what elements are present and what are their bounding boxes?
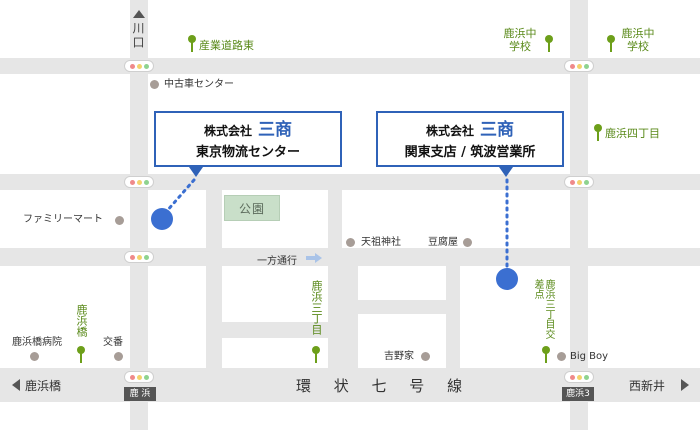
traffic-signal-icon: [124, 251, 154, 263]
landmark-dot-icon: [150, 80, 159, 89]
intersection-label: 鹿浜三丁目: [310, 280, 323, 335]
intersection-label: 産業道路東: [199, 39, 254, 52]
leader-line-kanto: [505, 178, 509, 268]
right-destination-label: 西新井: [629, 379, 666, 393]
landmark-dot-icon: [30, 352, 39, 361]
signal-plate-left: 鹿 浜: [124, 387, 156, 401]
park: 公園: [224, 195, 280, 221]
signal-plate-right: 鹿浜3: [562, 387, 594, 401]
traffic-signal-icon: [564, 371, 594, 383]
city-block: [0, 402, 130, 430]
intersection-label: 鹿浜三丁目交差点: [532, 279, 554, 339]
callout-pointer: [189, 167, 203, 177]
location-marker-tokyo[interactable]: [151, 208, 173, 230]
intersection-label: 鹿浜四丁目: [605, 127, 660, 140]
callout-company: 株式会社: [203, 124, 252, 138]
one-way-label: 一方通行: [257, 256, 297, 267]
city-block: [0, 266, 130, 368]
callout-office: 東京物流センター: [195, 145, 300, 160]
intersection-pin-icon: [311, 346, 321, 364]
callout-office: 関東支店 / 筑波営業所: [404, 145, 536, 160]
landmark-label: 豆腐屋: [428, 237, 458, 248]
one-way-arrow-icon: [306, 253, 322, 263]
city-block: [148, 402, 570, 430]
east-arrow-icon: [681, 379, 689, 391]
landmark-dot-icon: [421, 352, 430, 361]
callout-tokyo-logistics-center: 株式会社 三商 東京物流センター: [154, 111, 342, 167]
landmark-dot-icon: [115, 216, 124, 225]
west-arrow-icon: [12, 379, 20, 391]
landmark-dot-icon: [463, 238, 472, 247]
intersection-pin-icon: [593, 124, 603, 142]
callout-brand: 三商: [480, 120, 514, 140]
top-destination-label: 川口: [131, 22, 145, 50]
intersection-pin-icon: [544, 35, 554, 53]
landmark-dot-icon: [557, 352, 566, 361]
landmark-dot-icon: [114, 352, 123, 361]
landmark-label: Big Boy: [570, 351, 609, 362]
city-block: [588, 74, 700, 174]
callout-pointer: [499, 167, 513, 177]
landmark-dot-icon: [346, 238, 355, 247]
callout-company: 株式会社: [425, 124, 474, 138]
intersection-label: 鹿浜中学校: [503, 27, 537, 53]
traffic-signal-icon: [124, 371, 154, 383]
traffic-signal-icon: [564, 176, 594, 188]
landmark-label: 鹿浜橋病院: [12, 337, 62, 348]
landmark-label: 中古車センター: [164, 79, 234, 90]
access-map: 公園 川口 環 状 七 号 線 鹿浜橋 西新井 鹿 浜 鹿浜3 産業道路東 鹿浜…: [0, 0, 700, 430]
traffic-signal-icon: [564, 60, 594, 72]
callout-brand: 三商: [258, 120, 292, 140]
city-block: [588, 402, 700, 430]
callout-kanto-branch: 株式会社 三商 関東支店 / 筑波営業所: [376, 111, 564, 167]
main-road-label: 環 状 七 号 線: [296, 377, 472, 395]
location-marker-kanto[interactable]: [496, 268, 518, 290]
intersection-pin-icon: [76, 346, 86, 364]
city-block: [148, 266, 206, 368]
traffic-signal-icon: [124, 176, 154, 188]
left-destination-label: 鹿浜橋: [25, 379, 62, 393]
intersection-pin-icon: [606, 35, 616, 53]
landmark-label: 交番: [103, 337, 123, 348]
north-arrow-icon: [133, 10, 145, 18]
city-block: [0, 74, 130, 174]
city-block: [588, 190, 700, 248]
intersection-pin-icon: [541, 346, 551, 364]
city-block: [358, 266, 446, 300]
city-block: [0, 0, 130, 58]
landmark-label: 天祖神社: [361, 237, 401, 248]
intersection-pin-icon: [187, 35, 197, 53]
park-label: 公園: [238, 202, 265, 216]
landmark-label: ファミリーマート: [23, 214, 103, 225]
intersection-label: 鹿浜橋: [75, 304, 88, 337]
traffic-signal-icon: [124, 60, 154, 72]
landmark-label: 吉野家: [384, 351, 414, 362]
intersection-label: 鹿浜中学校: [621, 27, 655, 53]
